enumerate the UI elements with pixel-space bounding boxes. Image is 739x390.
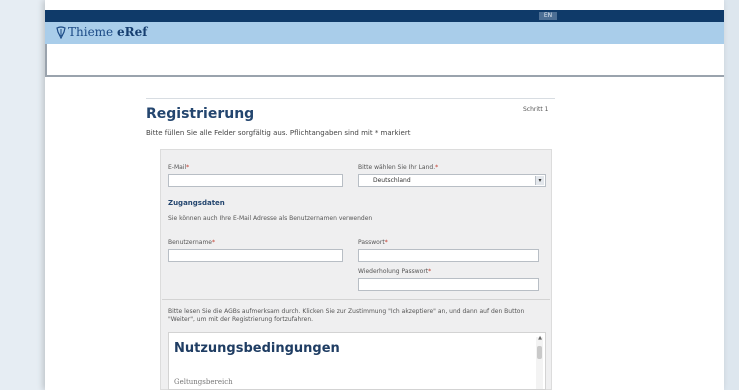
form-divider (162, 299, 550, 300)
agb-instructions: Bitte lesen Sie die AGBs aufmerksam durc… (168, 308, 525, 323)
brand-bar: Thieme eRef (45, 22, 724, 45)
terms-title: Nutzungsbedingungen (174, 341, 340, 356)
email-label: E-Mail* (168, 164, 190, 171)
page-subtitle: Bitte füllen Sie alle Felder sorgfältig … (146, 129, 411, 137)
thieme-logo-icon (56, 26, 66, 39)
access-hint: Sie können auch Ihre E-Mail Adresse als … (168, 215, 373, 222)
password-field[interactable] (358, 249, 539, 262)
password-repeat-field[interactable] (358, 278, 539, 291)
terms-scroll-thumb[interactable] (537, 346, 542, 359)
country-select[interactable]: Deutschland ▾ (358, 174, 546, 187)
top-bar: EN (45, 10, 724, 22)
country-value: Deutschland (373, 177, 411, 184)
email-field[interactable] (168, 174, 343, 187)
chevron-down-icon[interactable]: ▾ (535, 176, 544, 185)
username-field[interactable] (168, 249, 343, 262)
country-label: Bitte wählen Sie Ihr Land.* (358, 164, 439, 171)
terms-section-heading: Geltungsbereich (174, 378, 233, 386)
brand-name[interactable]: Thieme (68, 25, 113, 39)
access-heading: Zugangsdaten (168, 199, 225, 207)
terms-scrollbar[interactable] (536, 337, 543, 389)
terms-box[interactable]: Nutzungsbedingungen Geltungsbereich ▲ (168, 332, 546, 390)
background-right (724, 0, 739, 390)
arrow-up-icon[interactable]: ▲ (538, 335, 542, 341)
brand-product[interactable]: eRef (117, 25, 147, 39)
content-divider (146, 98, 555, 99)
language-button[interactable]: EN (539, 12, 557, 20)
header-frame (45, 44, 724, 77)
step-indicator: Schritt 1 (523, 106, 549, 113)
password-repeat-label: Wiederholung Passwort* (358, 268, 432, 275)
username-label: Benutzername* (168, 239, 215, 246)
page-title: Registrierung (146, 106, 255, 122)
password-label: Passwort* (358, 239, 388, 246)
